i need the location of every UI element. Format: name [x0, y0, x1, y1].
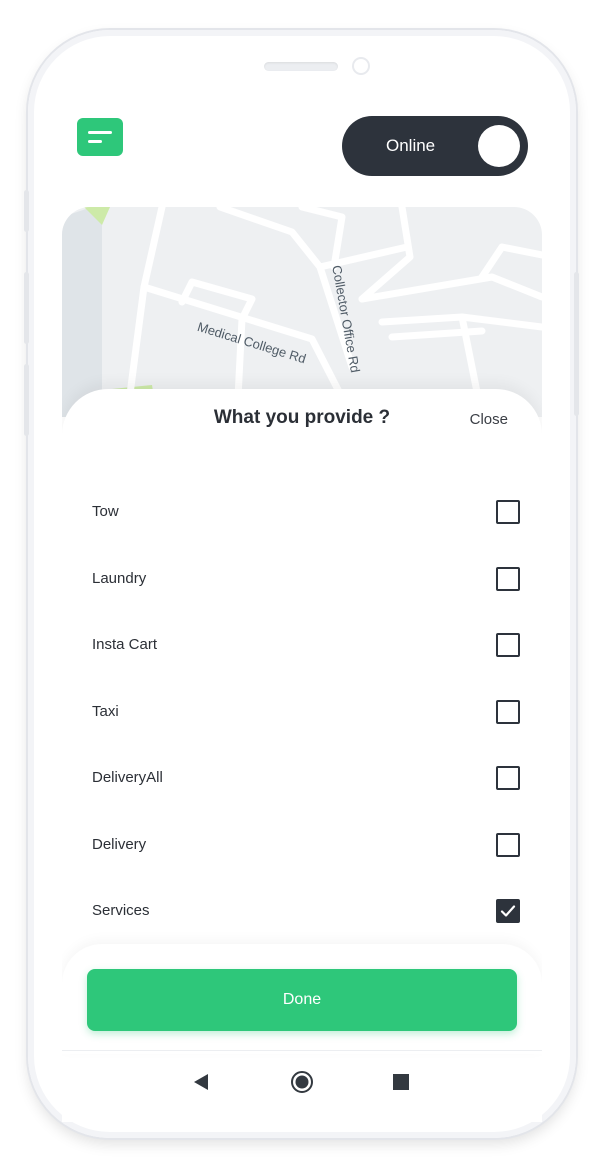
service-option-laundry[interactable]: Laundry — [92, 560, 520, 600]
phone-camera — [354, 59, 368, 73]
menu-icon — [88, 131, 112, 134]
phone-volume-down — [24, 364, 29, 436]
app-screen: Online Medical College Rd Collector Offi… — [62, 92, 542, 1122]
nav-divider — [62, 1050, 542, 1051]
phone-volume-up — [24, 272, 29, 344]
service-option-insta-cart[interactable]: Insta Cart — [92, 626, 520, 666]
checkbox-unchecked[interactable] — [496, 833, 520, 857]
option-label: Tow — [92, 503, 119, 520]
check-icon — [500, 905, 516, 917]
service-option-services[interactable]: Services — [92, 892, 520, 932]
phone-power-button — [574, 272, 579, 416]
home-icon[interactable] — [290, 1070, 314, 1094]
map-roads — [62, 207, 542, 417]
option-label: Services — [92, 902, 150, 919]
close-button[interactable]: Close — [470, 411, 508, 428]
online-toggle-label: Online — [386, 136, 436, 155]
checkbox-unchecked[interactable] — [496, 633, 520, 657]
recent-apps-icon[interactable] — [393, 1074, 409, 1090]
option-label: Taxi — [92, 703, 119, 720]
phone-side-button — [24, 190, 29, 232]
checkbox-unchecked[interactable] — [496, 700, 520, 724]
menu-icon-bar — [88, 140, 102, 143]
checkbox-unchecked[interactable] — [496, 766, 520, 790]
checkbox-unchecked[interactable] — [496, 567, 520, 591]
menu-button[interactable] — [77, 118, 123, 156]
service-option-delivery[interactable]: Delivery — [92, 826, 520, 866]
checkbox-unchecked[interactable] — [496, 500, 520, 524]
phone-speaker — [264, 62, 338, 71]
service-option-tow[interactable]: Tow — [92, 493, 520, 533]
checkbox-checked[interactable] — [496, 899, 520, 923]
online-toggle[interactable]: Online — [342, 116, 528, 176]
option-label: Delivery — [92, 836, 147, 853]
option-label: DeliveryAll — [92, 769, 163, 786]
done-button[interactable]: Done — [87, 969, 517, 1031]
option-label: Insta Cart — [92, 636, 158, 653]
back-icon[interactable] — [192, 1072, 210, 1092]
map-view[interactable]: Medical College Rd Collector Office Rd — [62, 207, 542, 417]
service-option-deliveryall[interactable]: DeliveryAll — [92, 759, 520, 799]
option-label: Laundry — [92, 570, 147, 587]
toggle-knob — [478, 125, 520, 167]
service-option-taxi[interactable]: Taxi — [92, 693, 520, 733]
